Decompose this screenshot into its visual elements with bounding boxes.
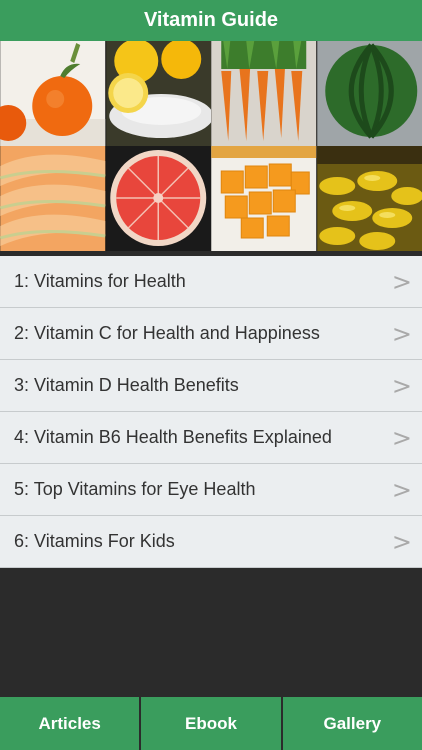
list-item[interactable]: 4: Vitamin B6 Health Benefits Explained … [0,412,422,464]
list-item[interactable]: 6: Vitamins For Kids > [0,516,422,568]
chevron-right-icon: > [391,319,412,348]
chevron-right-icon: > [391,475,412,504]
chevron-right-icon: > [391,423,412,452]
tab-gallery[interactable]: Gallery [282,697,422,750]
watermelon-image [316,41,422,146]
list-item-label: 1: Vitamins for Health [14,271,186,291]
page-title: Vitamin Guide [143,9,279,31]
image-collage [0,41,422,251]
article-list: 1: Vitamins for Health > 2: Vitamin C fo… [0,256,422,568]
list-item-label: 5: Top Vitamins for Eye Health [14,479,256,499]
list-item-label: 4: Vitamin B6 Health Benefits Explained [14,427,332,447]
tab-ebook[interactable]: Ebook [141,697,281,750]
nav-bar: Vitamin Guide [0,0,422,42]
list-item[interactable]: 5: Top Vitamins for Eye Health > [0,464,422,516]
list-item-label: 6: Vitamins For Kids [14,531,175,551]
list-item[interactable]: 1: Vitamins for Health > [0,256,422,308]
list-item[interactable]: 3: Vitamin D Health Benefits > [0,360,422,412]
list-item[interactable]: 2: Vitamin C for Health and Happiness > [0,308,422,360]
chevron-right-icon: > [391,267,412,296]
cantaloupe-image [0,146,106,251]
tab-bar: Articles Ebook Gallery [0,697,422,750]
grapefruit-image [105,146,212,251]
papaya-image [211,146,317,251]
vitamin-capsules-image [316,146,422,251]
list-item-label: 3: Vitamin D Health Benefits [14,375,239,395]
oranges-image [0,41,106,146]
tab-articles[interactable]: Articles [0,697,140,750]
lemon-squeezer-image [105,41,211,146]
list-item-label: 2: Vitamin C for Health and Happiness [14,323,320,343]
chevron-right-icon: > [391,371,412,400]
chevron-right-icon: > [391,527,412,556]
carrots-image [211,41,317,146]
